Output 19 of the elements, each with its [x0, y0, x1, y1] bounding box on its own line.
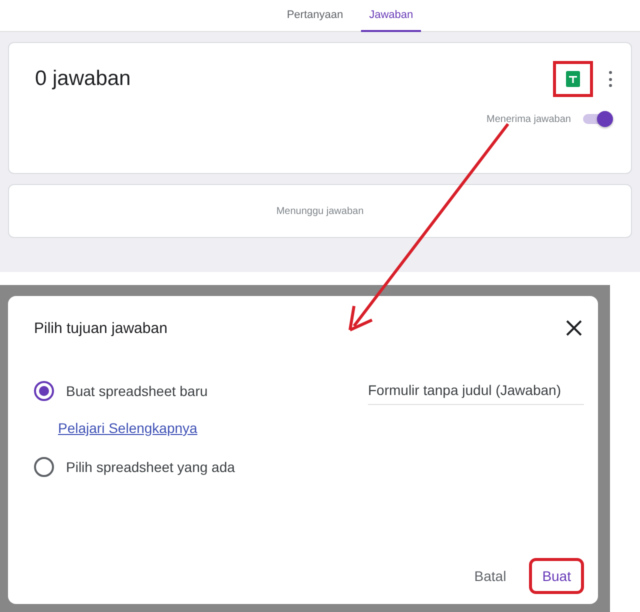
- dialog-title: Pilih tujuan jawaban: [34, 320, 168, 336]
- sheet-name-field[interactable]: Formulir tanpa judul (Jawaban): [368, 378, 584, 404]
- response-count: 0 jawaban: [35, 67, 132, 91]
- cancel-button[interactable]: Batal: [461, 558, 520, 594]
- tab[interactable]: Jawaban: [361, 0, 422, 32]
- radio-button[interactable]: [34, 381, 54, 401]
- more-icon[interactable]: [607, 71, 613, 87]
- option-label: Buat spreadsheet baru: [66, 383, 209, 399]
- spreadsheet-icon: [566, 71, 580, 87]
- create-button[interactable]: Buat: [529, 558, 584, 594]
- close-button[interactable]: [564, 318, 584, 338]
- tab[interactable]: Pertanyaan: [278, 0, 352, 32]
- accepting-toggle[interactable]: [583, 111, 613, 127]
- learn-more-link[interactable]: Pelajari Selengkapnya: [58, 420, 198, 436]
- accepting-label: Menerima jawaban: [486, 114, 571, 124]
- sheets-button[interactable]: [553, 61, 593, 97]
- radio-button[interactable]: [34, 457, 54, 477]
- waiting-text: Menunggu jawaban: [276, 206, 364, 216]
- option-label: Pilih spreadsheet yang ada: [66, 459, 236, 475]
